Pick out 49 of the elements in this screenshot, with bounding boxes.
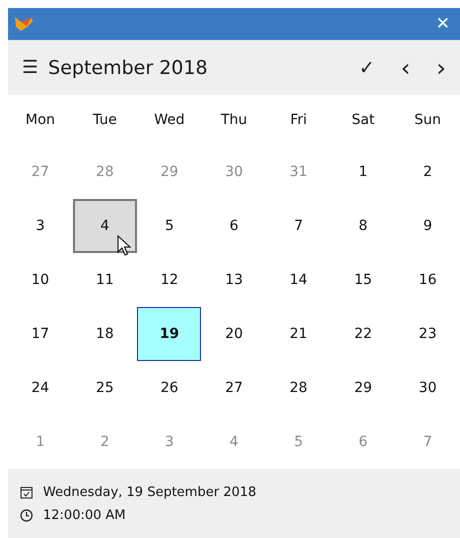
day-cell[interactable]: 1 (331, 145, 396, 199)
day-cell[interactable]: 19 (137, 307, 202, 361)
weekday-label: Mon (26, 112, 56, 128)
weekday-label: Sun (414, 112, 442, 128)
day-cell[interactable]: 13 (202, 253, 266, 307)
day-cell[interactable]: 25 (72, 361, 137, 415)
day-cell[interactable]: 6 (202, 199, 266, 253)
fox-logo-icon (13, 15, 35, 33)
day-cell[interactable]: 23 (396, 307, 460, 361)
day-cell[interactable]: 9 (396, 199, 460, 253)
menu-button[interactable]: ☰ (16, 55, 44, 80)
weekday-label: Sat (352, 112, 375, 128)
selected-time: 12:00:00 AM (43, 508, 126, 522)
day-cell[interactable]: 8 (331, 199, 396, 253)
day-cell[interactable]: 11 (72, 253, 137, 307)
day-cell[interactable]: 29 (331, 361, 396, 415)
month-title: September 2018 (48, 56, 209, 78)
day-cell[interactable]: 17 (8, 307, 72, 361)
calendar-icon (20, 486, 33, 498)
day-cell[interactable]: 27 (202, 361, 266, 415)
clock-icon (20, 508, 33, 522)
day-cell[interactable]: 16 (396, 253, 460, 307)
weekday-label: Tue (92, 112, 117, 128)
weekday-label: Fri (290, 112, 307, 128)
mouse-pointer-icon (116, 235, 131, 257)
day-cell[interactable]: 4 (72, 199, 137, 253)
day-cell[interactable]: 26 (137, 361, 202, 415)
weekday-label: Thu (220, 112, 248, 128)
day-cell[interactable]: 28 (266, 361, 331, 415)
day-cell[interactable]: 21 (266, 307, 331, 361)
day-cell[interactable]: 7 (266, 199, 331, 253)
day-cell[interactable]: 2 (396, 145, 460, 199)
day-cell[interactable]: 15 (331, 253, 396, 307)
day-cell[interactable]: 14 (266, 253, 331, 307)
next-button[interactable]: › (430, 52, 452, 84)
day-cell[interactable]: 12 (137, 253, 202, 307)
day-cell[interactable]: 20 (202, 307, 266, 361)
confirm-button[interactable]: ✓ (352, 54, 381, 80)
selected-date: Wednesday, 19 September 2018 (43, 484, 256, 500)
day-cell[interactable]: 30 (396, 361, 460, 415)
day-cell[interactable]: 10 (8, 253, 72, 307)
day-cell[interactable]: 5 (137, 199, 202, 253)
day-cell[interactable]: 3 (8, 199, 72, 253)
close-button[interactable]: ✕ (432, 14, 454, 34)
weekday-label: Wed (154, 112, 185, 128)
day-cell[interactable]: 18 (72, 307, 137, 361)
day-cell[interactable]: 24 (8, 361, 72, 415)
day-cell[interactable]: 22 (331, 307, 396, 361)
previous-button[interactable]: ‹ (394, 52, 416, 84)
